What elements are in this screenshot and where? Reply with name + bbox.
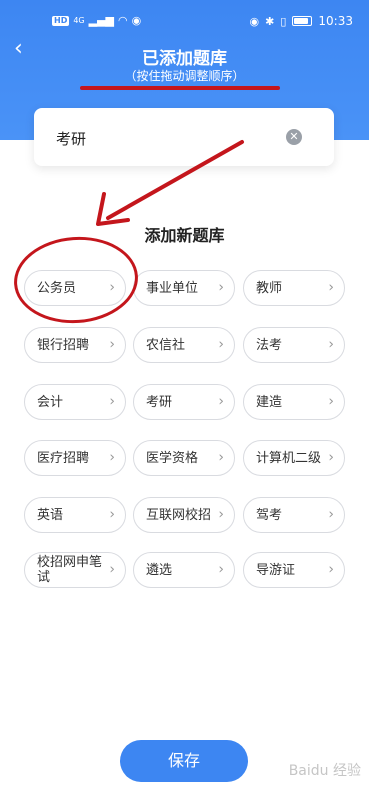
chip-construction[interactable]: 建造 ›	[243, 384, 345, 420]
chip-teacher[interactable]: 教师 ›	[243, 270, 345, 306]
page-subtitle: （按住拖动调整顺序）	[124, 69, 245, 83]
chip-label: 农信社	[146, 337, 186, 353]
chip-medical-license[interactable]: 医学资格 ›	[133, 440, 235, 476]
chip-label: 校招网申笔试	[37, 555, 103, 585]
chip-tour-guide[interactable]: 导游证 ›	[243, 552, 345, 588]
chip-rural-credit[interactable]: 农信社 ›	[133, 327, 235, 363]
chevron-right-icon: ›	[328, 506, 334, 523]
chevron-right-icon: ›	[109, 449, 115, 466]
chevron-right-icon: ›	[109, 336, 115, 353]
chip-postgrad[interactable]: 考研 ›	[133, 384, 235, 420]
chip-label: 导游证	[256, 562, 296, 578]
chip-computer-level2[interactable]: 计算机二级 ›	[243, 440, 345, 476]
chat-icon: ◉	[131, 14, 142, 27]
chip-english[interactable]: 英语 ›	[24, 497, 126, 533]
chevron-right-icon: ›	[328, 393, 334, 410]
chevron-right-icon: ›	[328, 279, 334, 296]
status-bar: HD 4G ▂▄▆ ◠ ◉ ◉ ✱ ▯ 10:33	[0, 0, 369, 28]
hd-badge: HD	[52, 15, 70, 26]
chip-law-exam[interactable]: 法考 ›	[243, 327, 345, 363]
chip-label: 考研	[146, 394, 173, 410]
chip-label: 计算机二级	[256, 450, 322, 466]
vibrate-icon: ▯	[280, 14, 287, 28]
chip-public-institution[interactable]: 事业单位 ›	[133, 270, 235, 306]
chip-label: 遴选	[146, 562, 173, 578]
chip-selection[interactable]: 遴选 ›	[133, 552, 235, 588]
battery-icon	[292, 16, 313, 26]
chevron-right-icon: ›	[109, 506, 115, 523]
remove-icon[interactable]: ✕	[286, 129, 302, 145]
chevron-right-icon: ›	[218, 561, 224, 578]
chevron-right-icon: ›	[218, 279, 224, 296]
chevron-right-icon: ›	[328, 561, 334, 578]
chip-label: 法考	[256, 337, 283, 353]
chevron-right-icon: ›	[218, 506, 224, 523]
chevron-right-icon: ›	[218, 449, 224, 466]
annotation-circle	[11, 232, 141, 328]
chip-label: 英语	[37, 507, 64, 523]
chip-label: 银行招聘	[37, 337, 90, 353]
chip-label: 互联网校招	[146, 507, 212, 523]
chevron-right-icon: ›	[218, 336, 224, 353]
status-right: ◉ ✱ ▯ 10:33	[250, 14, 353, 28]
eye-icon: ◉	[249, 14, 260, 28]
chip-label: 教师	[256, 280, 283, 296]
chip-accounting[interactable]: 会计 ›	[24, 384, 126, 420]
chip-label: 建造	[256, 394, 283, 410]
chip-label: 医学资格	[146, 450, 199, 466]
chip-label: 事业单位	[146, 280, 199, 296]
selected-bank-label: 考研	[56, 130, 87, 148]
chevron-right-icon: ›	[328, 449, 334, 466]
bluetooth-icon: ✱	[265, 14, 275, 28]
save-button[interactable]: 保存	[120, 740, 248, 782]
chip-bank-recruit[interactable]: 银行招聘 ›	[24, 327, 126, 363]
chip-campus-written-test[interactable]: 校招网申笔试 ›	[24, 552, 126, 588]
chip-driving-test[interactable]: 驾考 ›	[243, 497, 345, 533]
network-label: 4G	[73, 16, 85, 25]
status-left: HD 4G ▂▄▆ ◠ ◉	[52, 14, 141, 27]
chevron-right-icon: ›	[328, 336, 334, 353]
page-title: 已添加题库	[142, 49, 227, 69]
status-time: 10:33	[318, 14, 353, 28]
chip-label: 医疗招聘	[37, 450, 90, 466]
signal-icon: ▂▄▆	[88, 14, 115, 27]
chevron-right-icon: ›	[109, 561, 115, 578]
chip-label: 会计	[37, 394, 64, 410]
watermark: Baidu 经验	[288, 763, 361, 779]
wifi-icon: ◠	[118, 14, 128, 27]
chip-label: 驾考	[256, 507, 283, 523]
annotation-underline	[80, 86, 280, 90]
chevron-right-icon: ›	[109, 393, 115, 410]
chip-medical-recruit[interactable]: 医疗招聘 ›	[24, 440, 126, 476]
selected-bank-card[interactable]: 考研 ✕	[34, 108, 334, 166]
chevron-right-icon: ›	[218, 393, 224, 410]
chip-internet-campus[interactable]: 互联网校招 ›	[133, 497, 235, 533]
